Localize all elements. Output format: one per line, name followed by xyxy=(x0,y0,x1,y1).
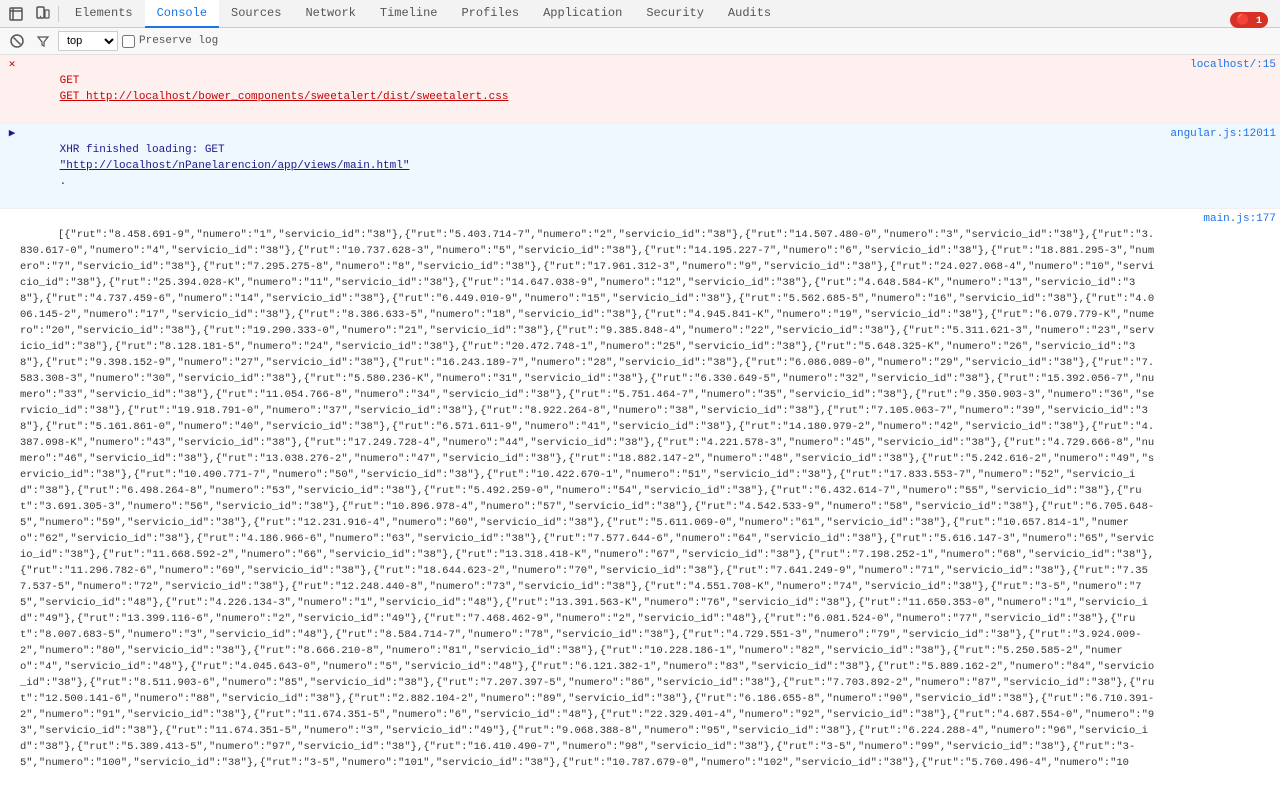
inspect-element-button[interactable] xyxy=(4,2,28,26)
error-badge: 🔴 1 xyxy=(1230,12,1268,28)
tab-sources-label: Sources xyxy=(231,6,281,20)
console-error-line[interactable]: ✕ GET GET http://localhost/bower_compone… xyxy=(0,55,1280,124)
tab-network[interactable]: Network xyxy=(293,0,367,28)
error-line-source[interactable]: localhost/:15 xyxy=(1156,57,1276,73)
error-line-content: GET GET http://localhost/bower_component… xyxy=(20,57,1156,121)
tab-application-label: Application xyxy=(543,6,622,20)
tab-security-label: Security xyxy=(646,6,704,20)
tab-security[interactable]: Security xyxy=(634,0,716,28)
tab-elements[interactable]: Elements xyxy=(63,0,145,28)
data-line-content: [{"rut":"8.458.691-9","numero":"1","serv… xyxy=(20,211,1156,770)
info-line-source[interactable]: angular.js:12011 xyxy=(1156,126,1276,142)
device-mode-button[interactable] xyxy=(30,2,54,26)
console-toolbar: top Preserve log xyxy=(0,28,1280,55)
devtools-toolbar: Elements Console Sources Network Timelin… xyxy=(0,0,1280,28)
data-line-source[interactable]: main.js:177 xyxy=(1156,211,1276,227)
tab-profiles[interactable]: Profiles xyxy=(449,0,531,28)
tab-application[interactable]: Application xyxy=(531,0,634,28)
tab-console-label: Console xyxy=(157,6,207,20)
clear-console-button[interactable] xyxy=(6,30,28,52)
filter-button[interactable] xyxy=(32,30,54,52)
tab-network-label: Network xyxy=(305,6,355,20)
tab-timeline[interactable]: Timeline xyxy=(368,0,450,28)
console-data-line[interactable]: [{"rut":"8.458.691-9","numero":"1","serv… xyxy=(0,209,1280,770)
tab-sources[interactable]: Sources xyxy=(219,0,293,28)
preserve-log-label[interactable]: Preserve log xyxy=(139,35,218,47)
tab-timeline-label: Timeline xyxy=(380,6,438,20)
console-content: ✕ GET GET http://localhost/bower_compone… xyxy=(0,55,1280,770)
toolbar-separator xyxy=(58,6,59,22)
expand-arrow-icon[interactable]: ▶ xyxy=(4,126,20,142)
preserve-log-checkbox[interactable] xyxy=(122,35,135,48)
console-info-line[interactable]: ▶ XHR finished loading: GET "http://loca… xyxy=(0,124,1280,209)
error-icon: ✕ xyxy=(4,57,20,73)
tab-console[interactable]: Console xyxy=(145,0,219,28)
tab-profiles-label: Profiles xyxy=(461,6,519,20)
error-url-link[interactable]: GET http://localhost/bower_components/sw… xyxy=(60,91,509,103)
info-line-content: XHR finished loading: GET "http://localh… xyxy=(20,126,1156,206)
tab-elements-label: Elements xyxy=(75,6,133,20)
tab-audits[interactable]: Audits xyxy=(716,0,783,28)
xhr-url-link[interactable]: "http://localhost/nPanelarencion/app/vie… xyxy=(60,160,410,172)
tab-audits-label: Audits xyxy=(728,6,771,20)
level-filter-select[interactable]: top xyxy=(58,31,118,51)
